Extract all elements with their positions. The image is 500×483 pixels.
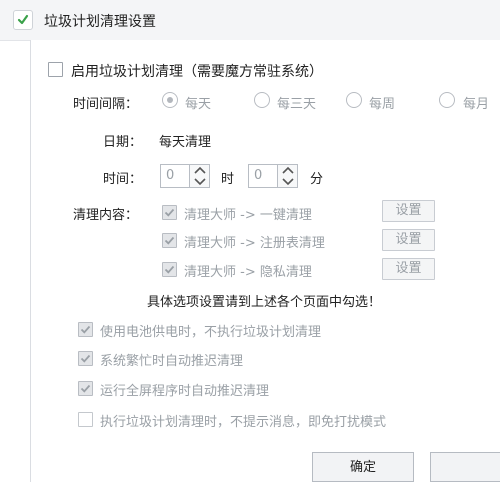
content-label: 清理内容： xyxy=(73,208,139,223)
cancel-button[interactable] xyxy=(430,452,500,482)
interval-monthly-radio[interactable] xyxy=(439,92,455,108)
checkmark-icon xyxy=(164,265,175,274)
chevron-down-icon[interactable] xyxy=(281,177,295,186)
battery-option-label: 使用电池供电时，不执行垃圾计划清理 xyxy=(100,325,322,340)
silent-mode-label: 执行垃圾计划清理时，不提示消息，即免打扰模式 xyxy=(100,415,387,430)
minute-input[interactable]: 0 xyxy=(248,164,278,188)
privacy-settings-button[interactable]: 设置 xyxy=(382,258,435,280)
interval-daily-label: 每天 xyxy=(185,97,212,112)
hour-unit: 时 xyxy=(221,172,235,187)
checkmark-icon xyxy=(80,325,91,334)
interval-3days-label: 每三天 xyxy=(277,97,317,112)
fullscreen-delay-checkbox[interactable] xyxy=(78,381,93,396)
minute-stepper[interactable] xyxy=(278,164,298,188)
interval-label: 时间间隔： xyxy=(73,97,139,112)
app-icon xyxy=(13,10,33,30)
busy-delay-label: 系统繁忙时自动推迟清理 xyxy=(100,354,244,369)
chevron-up-icon[interactable] xyxy=(193,166,207,175)
ok-button[interactable]: 确定 xyxy=(312,452,414,482)
content-hint: 具体选项设置请到上述各个页面中勾选！ xyxy=(147,295,382,310)
fullscreen-delay-label: 运行全屏程序时自动推迟清理 xyxy=(100,384,270,399)
interval-daily-radio[interactable] xyxy=(162,92,178,108)
title-bar: 垃圾计划清理设置 xyxy=(0,0,500,41)
settings-panel: 启用垃圾计划清理（需要魔方常驻系统） 时间间隔： 每天 每三天 每周 每月 日期… xyxy=(30,40,500,482)
interval-monthly-label: 每月 xyxy=(463,97,490,112)
checkmark-icon xyxy=(164,208,175,217)
content-item-registry-checkbox[interactable] xyxy=(162,233,177,248)
window-title: 垃圾计划清理设置 xyxy=(44,14,156,30)
interval-weekly-radio[interactable] xyxy=(346,92,362,108)
interval-3days-radio[interactable] xyxy=(254,92,270,108)
enable-label: 启用垃圾计划清理（需要魔方常驻系统） xyxy=(71,64,323,80)
content-item-privacy-checkbox[interactable] xyxy=(162,262,177,277)
date-label: 日期： xyxy=(103,135,143,150)
oneclick-settings-button[interactable]: 设置 xyxy=(382,200,435,222)
checkmark-icon xyxy=(80,384,91,393)
minute-unit: 分 xyxy=(310,172,324,187)
content-item-oneclick-checkbox[interactable] xyxy=(162,205,177,220)
content-item-registry-label: 清理大师 -> 注册表清理 xyxy=(184,236,325,251)
time-label: 时间： xyxy=(103,172,143,187)
hour-stepper[interactable] xyxy=(190,164,210,188)
date-value: 每天清理 xyxy=(159,135,212,150)
registry-settings-button[interactable]: 设置 xyxy=(382,229,435,251)
silent-mode-checkbox[interactable] xyxy=(78,412,93,427)
content-item-oneclick-label: 清理大师 -> 一键清理 xyxy=(184,208,312,223)
enable-checkbox[interactable] xyxy=(48,62,63,77)
busy-delay-checkbox[interactable] xyxy=(78,351,93,366)
checkmark-icon xyxy=(164,236,175,245)
hour-input[interactable]: 0 xyxy=(160,164,190,188)
chevron-up-icon[interactable] xyxy=(281,166,295,175)
chevron-down-icon[interactable] xyxy=(193,177,207,186)
checkmark-icon xyxy=(80,354,91,363)
interval-weekly-label: 每周 xyxy=(369,97,396,112)
battery-option-checkbox[interactable] xyxy=(78,322,93,337)
content-item-privacy-label: 清理大师 -> 隐私清理 xyxy=(184,265,312,280)
